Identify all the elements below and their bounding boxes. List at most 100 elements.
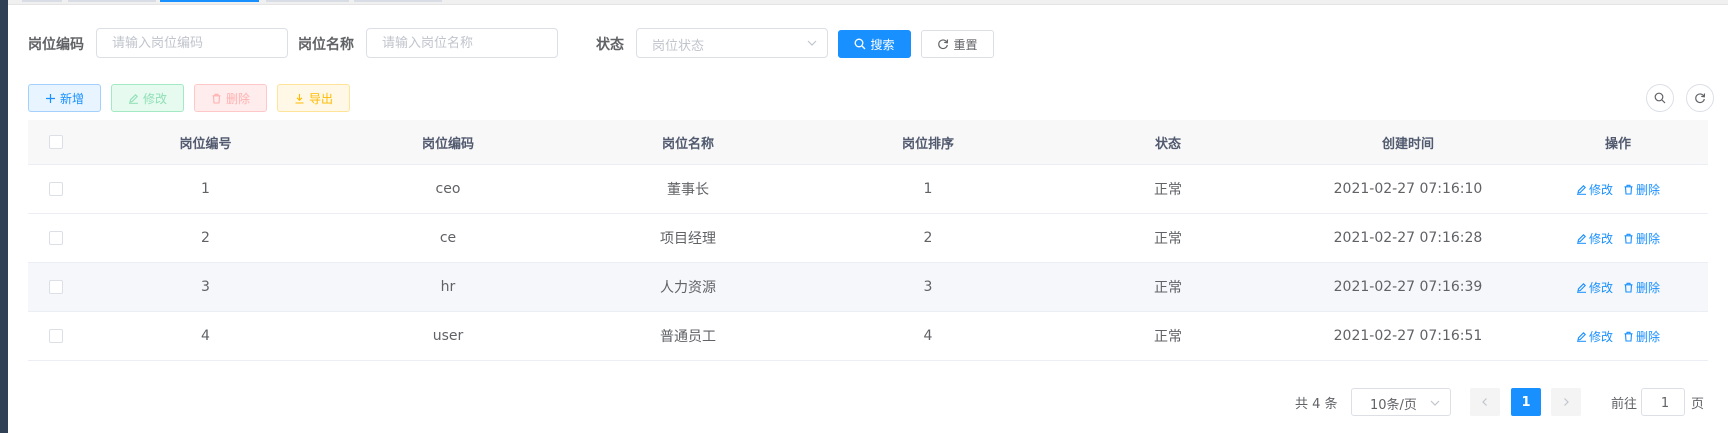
header-select-cell <box>28 120 83 164</box>
row-edit-button[interactable]: 修改 <box>1576 181 1613 198</box>
plus-icon <box>45 93 55 103</box>
page-number-button[interactable]: 1 <box>1511 388 1541 416</box>
edit-icon <box>1576 282 1586 293</box>
chevron-left-icon <box>1482 398 1487 406</box>
row-delete-label: 删除 <box>1636 280 1661 295</box>
post-name-input-wrapper <box>366 28 558 58</box>
next-page-button[interactable] <box>1551 388 1581 416</box>
chevron-down-icon <box>1430 400 1440 406</box>
row-delete-button[interactable]: 删除 <box>1623 230 1660 247</box>
edit-icon <box>1576 331 1586 342</box>
cell-status: 正常 <box>1154 280 1182 296</box>
delete-icon <box>1624 233 1633 244</box>
tags-view-tab[interactable] <box>68 0 156 2</box>
row-checkbox[interactable] <box>48 231 63 245</box>
cell-created: 2021-02-27 07:16:10 <box>1333 181 1483 197</box>
post-code-label: 岗位编码 <box>28 37 84 53</box>
cell-post-code: user <box>432 328 464 344</box>
page-size-select[interactable]: 10条/页 <box>1351 388 1451 416</box>
delete-icon <box>212 93 221 104</box>
header-post-sort: 岗位排序 <box>901 136 954 152</box>
chevron-right-icon <box>1564 398 1569 406</box>
post-code-input[interactable] <box>97 29 287 57</box>
cell-post-name: 董事长 <box>667 182 709 198</box>
cell-post-sort: 2 <box>923 230 933 246</box>
row-delete-button[interactable]: 删除 <box>1623 279 1660 296</box>
refresh-icon <box>938 39 949 50</box>
goto-page-input[interactable] <box>1642 389 1688 417</box>
row-edit-label: 修改 <box>1588 329 1613 344</box>
table-header: 岗位编号 岗位编码 岗位名称 岗位排序 状态 创建时间 操作 <box>28 120 1708 165</box>
cell-status: 正常 <box>1154 231 1182 247</box>
download-icon <box>295 93 304 104</box>
cell-post-id: 2 <box>201 230 210 246</box>
table-row: 3 hr 人力资源 3 正常 2021-02-27 07:16:39 修改 删除 <box>28 263 1708 312</box>
row-edit-button[interactable]: 修改 <box>1576 230 1613 247</box>
header-status: 状态 <box>1154 136 1181 152</box>
row-delete-label: 删除 <box>1636 329 1661 344</box>
row-checkbox[interactable] <box>48 329 63 343</box>
page-size-value: 10条/页 <box>1370 398 1417 413</box>
tags-view-tab-active[interactable] <box>160 0 259 2</box>
search-button[interactable]: 搜索 <box>838 30 911 58</box>
cell-status: 正常 <box>1154 329 1182 345</box>
cell-created: 2021-02-27 07:16:51 <box>1333 328 1483 344</box>
goto-prefix: 前往 <box>1611 397 1638 412</box>
table-row: 4 user 普通员工 4 正常 2021-02-27 07:16:51 修改 … <box>28 312 1708 361</box>
header-actions: 操作 <box>1604 136 1631 152</box>
cell-post-sort: 3 <box>923 279 933 295</box>
select-all-checkbox[interactable] <box>48 135 63 149</box>
cell-post-sort: 1 <box>923 181 933 197</box>
row-edit-label: 修改 <box>1588 231 1613 246</box>
header-post-name: 岗位名称 <box>661 136 714 152</box>
row-delete-label: 删除 <box>1636 231 1661 246</box>
row-delete-button[interactable]: 删除 <box>1623 181 1660 198</box>
status-select[interactable]: 岗位状态 <box>636 28 828 58</box>
row-delete-button[interactable]: 删除 <box>1623 328 1660 345</box>
cell-actions: 修改 删除 <box>1528 214 1708 262</box>
cell-post-name: 项目经理 <box>660 231 716 247</box>
reset-button[interactable]: 重置 <box>921 30 994 58</box>
row-edit-button[interactable]: 修改 <box>1576 279 1613 296</box>
cell-status: 正常 <box>1154 182 1182 198</box>
row-edit-button[interactable]: 修改 <box>1576 328 1613 345</box>
cell-post-code: ceo <box>435 181 461 197</box>
row-checkbox[interactable] <box>48 182 63 196</box>
post-name-label: 岗位名称 <box>298 37 354 53</box>
status-label: 状态 <box>596 37 624 53</box>
search-button-label: 搜索 <box>870 37 895 52</box>
edit-icon <box>1576 233 1586 244</box>
post-name-input[interactable] <box>367 29 557 57</box>
export-button[interactable]: 导出 <box>277 84 350 112</box>
row-select-cell <box>28 165 83 213</box>
refresh-icon <box>1695 93 1706 104</box>
row-select-cell <box>28 312 83 360</box>
add-button[interactable]: 新增 <box>28 84 101 112</box>
row-edit-label: 修改 <box>1588 182 1613 197</box>
status-select-placeholder: 岗位状态 <box>652 39 705 54</box>
delete-button[interactable]: 删除 <box>194 84 267 112</box>
prev-page-button[interactable] <box>1470 388 1500 416</box>
cell-actions: 修改 删除 <box>1528 263 1708 311</box>
export-button-label: 导出 <box>308 91 333 106</box>
cell-post-name: 普通员工 <box>660 329 716 345</box>
refresh-table-button[interactable] <box>1686 84 1714 112</box>
goto-suffix: 页 <box>1691 397 1705 412</box>
row-checkbox[interactable] <box>48 280 63 294</box>
header-post-code: 岗位编码 <box>421 136 474 152</box>
edit-icon <box>1576 184 1586 195</box>
tags-view-tab[interactable] <box>22 0 62 2</box>
edit-button-label: 修改 <box>142 91 167 106</box>
toggle-search-button[interactable] <box>1646 84 1674 112</box>
cell-created: 2021-02-27 07:16:39 <box>1333 279 1483 295</box>
edit-button[interactable]: 修改 <box>111 84 184 112</box>
delete-icon <box>1624 282 1633 293</box>
delete-icon <box>1624 331 1633 342</box>
row-delete-label: 删除 <box>1636 182 1661 197</box>
goto-input-wrapper <box>1641 388 1688 417</box>
row-edit-label: 修改 <box>1588 280 1613 295</box>
tags-view-tab[interactable] <box>266 0 349 2</box>
tags-view-tab[interactable] <box>354 0 442 2</box>
post-code-input-wrapper <box>96 28 288 58</box>
cell-post-id: 3 <box>201 279 210 295</box>
